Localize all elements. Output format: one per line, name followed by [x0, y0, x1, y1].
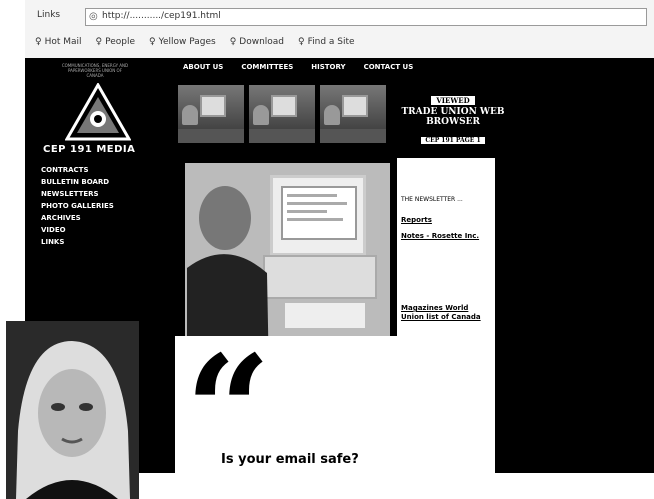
web-browser-badge: VIEWED TRADE UNION WEB BROWSER CEP 191 P… — [401, 96, 505, 144]
nav-history[interactable]: HISTORY — [311, 63, 345, 71]
news-intro: THE NEWSLETTER ... — [401, 196, 463, 203]
email-promo: “ Is your email safe? — [175, 336, 495, 486]
top-nav: ABOUT US COMMITTEES HISTORY CONTACT US — [183, 63, 413, 71]
monitor-icon — [270, 175, 366, 256]
logo-name: CEP 191 MEDIA — [43, 144, 136, 155]
nav-archives[interactable]: ARCHIVES — [41, 214, 114, 222]
news-panel: THE NEWSLETTER ... Reports Notes - Roset… — [397, 158, 495, 358]
link-yellow-pages[interactable]: ♀ Yellow Pages — [149, 34, 216, 50]
nav-bulletin-board[interactable]: BULLETIN BOARD — [41, 178, 114, 186]
thumbnail-image[interactable] — [249, 85, 315, 143]
link-download[interactable]: ♀ Download — [230, 34, 284, 50]
thumbnail-image[interactable] — [320, 85, 386, 143]
link-hotmail[interactable]: ♀ Hot Mail — [35, 34, 82, 50]
address-url[interactable]: http://.........../cep191.html — [102, 11, 221, 21]
nav-about-us[interactable]: ABOUT US — [183, 63, 223, 71]
logo-caption: COMMUNICATIONS, ENERGY AND PAPERWORKERS … — [61, 63, 129, 78]
link-icon: ♀ — [298, 37, 305, 47]
link-people[interactable]: ♀ People — [96, 34, 136, 50]
promo-tagline: Is your email safe? — [221, 452, 359, 467]
link-icon: ♀ — [149, 37, 156, 47]
address-label: Links — [37, 10, 61, 20]
union-logo-icon[interactable] — [65, 83, 131, 141]
links-toolbar: ♀ Hot Mail ♀ People ♀ Yellow Pages ♀ Downloa… — [35, 34, 355, 50]
link-find-site[interactable]: ♀ Find a Site — [298, 34, 355, 50]
portrait-photo — [6, 321, 139, 499]
browser-chrome: Links ◎ http://.........../cep191.html ♀… — [25, 0, 654, 58]
address-bar[interactable]: ◎ http://.........../cep191.html — [85, 8, 647, 26]
news-link[interactable]: Magazines World Union list of Canada — [401, 304, 491, 322]
nav-links[interactable]: LINKS — [41, 238, 114, 246]
link-icon: ♀ — [229, 37, 237, 47]
nav-photo-galleries[interactable]: PHOTO GALLERIES — [41, 202, 114, 210]
nav-video[interactable]: VIDEO — [41, 226, 114, 234]
nav-contact-us[interactable]: CONTACT US — [364, 63, 414, 71]
thumbnail-image[interactable] — [178, 85, 244, 143]
globe-icon: ◎ — [89, 11, 98, 22]
nav-newsletters[interactable]: NEWSLETTERS — [41, 190, 114, 198]
news-link[interactable]: Notes - Rosette Inc. — [401, 232, 481, 241]
side-nav: CONTRACTS BULLETIN BOARD NEWSLETTERS PHO… — [41, 166, 114, 246]
link-icon: ♀ — [95, 37, 103, 47]
link-icon: ♀ — [35, 37, 42, 47]
nav-committees[interactable]: COMMITTEES — [241, 63, 293, 71]
nav-contracts[interactable]: CONTRACTS — [41, 166, 114, 174]
news-link[interactable]: Reports — [401, 216, 432, 225]
